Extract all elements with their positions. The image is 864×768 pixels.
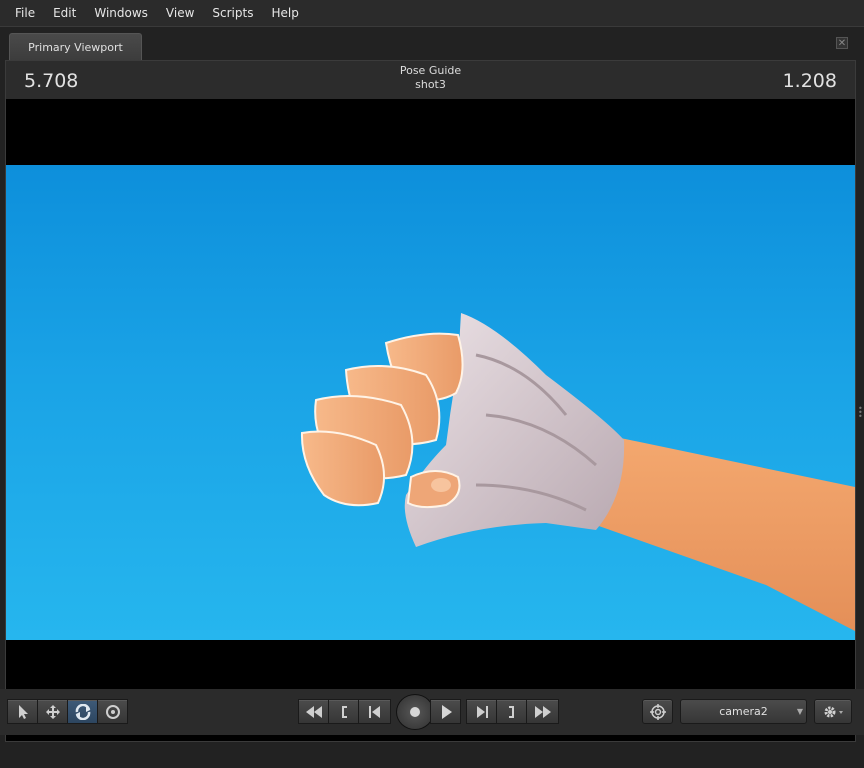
tab-primary-viewport[interactable]: Primary Viewport [9, 33, 142, 61]
menu-windows[interactable]: Windows [85, 0, 157, 26]
viewport-panel: Primary Viewport ✕ 5.708 Pose Guide shot… [0, 26, 864, 768]
close-icon[interactable]: ✕ [836, 37, 848, 49]
camera-value: camera2 [719, 705, 768, 718]
menu-edit[interactable]: Edit [44, 0, 85, 26]
move-icon[interactable] [37, 699, 68, 724]
step-back-icon[interactable] [358, 699, 391, 724]
hud-title: Pose Guide [399, 64, 462, 77]
resize-handle[interactable]: • • • [858, 405, 863, 423]
range-start-icon[interactable] [328, 699, 359, 724]
camera-select[interactable]: camera2 ▼ [680, 699, 807, 724]
crosshair-icon[interactable] [642, 699, 673, 724]
hud-right-value: 1.208 [782, 70, 837, 92]
record-icon[interactable] [396, 694, 434, 730]
menu-scripts[interactable]: Scripts [203, 0, 262, 26]
fast-forward-icon[interactable] [526, 699, 559, 724]
3d-viewport[interactable] [6, 165, 855, 640]
step-forward-icon[interactable] [466, 699, 497, 724]
fist-render [300, 313, 855, 631]
chevron-down-icon: ▼ [796, 707, 803, 716]
target-icon[interactable] [97, 699, 128, 724]
forearm [596, 435, 855, 631]
hud-title-block: Pose Guide shot3 [6, 64, 855, 92]
select-arrow-icon[interactable] [7, 699, 38, 724]
finger-4 [300, 430, 385, 507]
menu-view[interactable]: View [157, 0, 203, 26]
menu-bar: File Edit Windows View Scripts Help [0, 0, 864, 26]
viewport-hud: 5.708 Pose Guide shot3 1.208 [6, 61, 855, 99]
orbit-icon[interactable] [67, 699, 98, 724]
gear-icon[interactable] [814, 699, 852, 724]
viewport-content: 5.708 Pose Guide shot3 1.208 [5, 60, 856, 742]
menu-help[interactable]: Help [262, 0, 307, 26]
rewind-icon[interactable] [298, 699, 329, 724]
menu-file[interactable]: File [6, 0, 44, 26]
range-end-icon[interactable] [496, 699, 527, 724]
viewport-toolbar: camera2 ▼ [0, 689, 864, 735]
play-icon[interactable] [430, 699, 461, 724]
hud-shot: shot3 [415, 78, 446, 91]
thumbnail [431, 478, 451, 492]
